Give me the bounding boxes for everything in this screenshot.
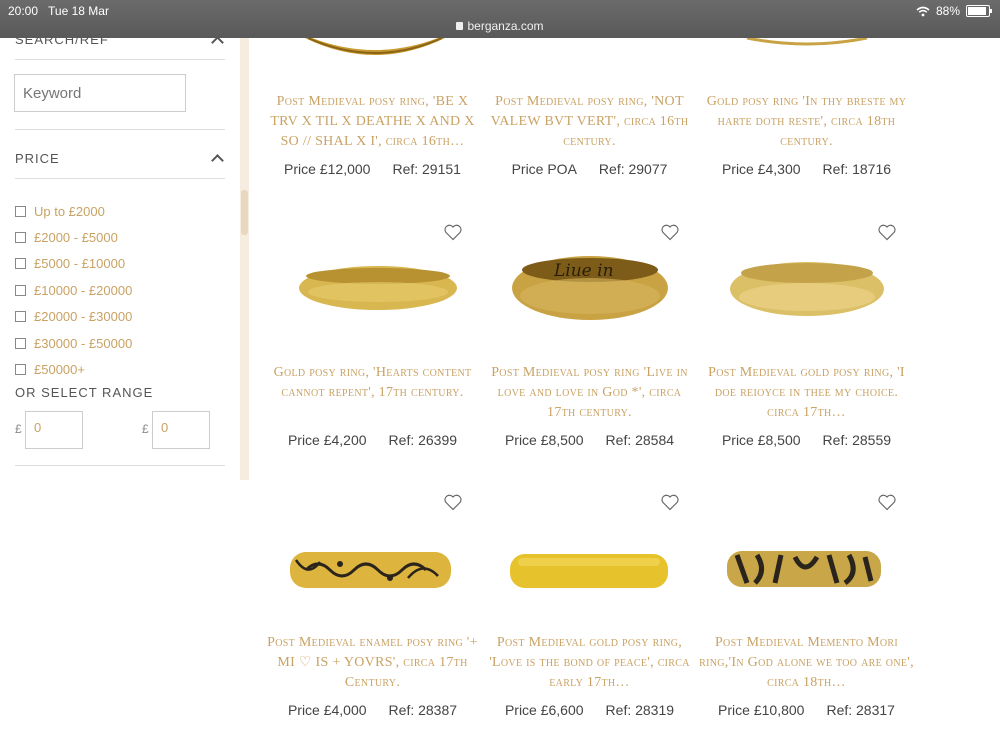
product-ref: Ref: 28317	[826, 702, 895, 718]
sidebar-scroll-thumb[interactable]	[241, 190, 248, 235]
divider	[15, 129, 225, 130]
heart-outline-icon[interactable]	[443, 492, 463, 512]
price-option-label[interactable]: £10000 - £20000	[34, 283, 132, 298]
clock-time: 20:00	[8, 4, 39, 18]
battery-percent: 88%	[935, 4, 960, 18]
product-ref: Ref: 29077	[598, 161, 668, 177]
product-ref: Ref: 18716	[822, 161, 892, 177]
currency-symbol: £	[142, 422, 149, 436]
wifi-icon	[916, 6, 930, 16]
range-max-input[interactable]: 0	[152, 411, 210, 449]
checkbox[interactable]	[15, 338, 26, 349]
product-price-line: Price £12,000 Ref: 29151	[265, 161, 480, 177]
checkbox[interactable]	[15, 364, 26, 375]
price-option-label[interactable]: £5000 - £10000	[34, 256, 125, 271]
product-price-line: Price £6,600 Ref: 28319	[482, 702, 697, 718]
divider	[15, 465, 225, 466]
product-price: Price £4,300	[721, 161, 801, 177]
chevron-up-icon[interactable]	[211, 154, 224, 167]
product-ref: Ref: 29151	[392, 161, 461, 177]
browser-status-bar: 20:00 Tue 18 Mar berganza.com 88%	[0, 0, 1000, 38]
product-price-line: Price £8,500 Ref: 28559	[699, 432, 914, 448]
svg-text:Liue in: Liue in	[553, 261, 614, 281]
product-price: Price £4,200	[287, 432, 367, 448]
product-ref: Ref: 28559	[822, 432, 892, 448]
battery-icon	[966, 5, 992, 17]
product-price: Price £6,600	[504, 702, 584, 718]
product-image[interactable]	[725, 547, 883, 591]
product-price-line: Price £4,200 Ref: 26399	[265, 432, 480, 448]
product-image[interactable]	[297, 262, 459, 312]
price-filter-option[interactable]: Up to £2000	[15, 204, 105, 219]
product-image[interactable]: Liue in	[510, 250, 670, 322]
checkbox[interactable]	[15, 206, 26, 217]
range-label: OR SELECT RANGE	[15, 385, 154, 400]
product-title[interactable]: Gold posy ring, 'Hearts content cannot r…	[265, 363, 480, 403]
divider	[15, 178, 225, 179]
product-price-line: Price £10,800 Ref: 28317	[699, 702, 914, 718]
product-image[interactable]	[728, 255, 886, 319]
product-image[interactable]	[508, 550, 670, 592]
product-price: Price £8,500	[721, 432, 801, 448]
product-image[interactable]	[300, 38, 450, 60]
currency-symbol: £	[15, 422, 22, 436]
checkbox[interactable]	[15, 285, 26, 296]
price-option-label[interactable]: £30000 - £50000	[34, 336, 132, 351]
chevron-up-icon[interactable]	[211, 36, 224, 49]
product-price-line: Price POA Ref: 29077	[482, 161, 697, 177]
product-title[interactable]: Post Medieval posy ring 'Live in love an…	[482, 363, 697, 423]
product-price: Price £12,000	[284, 161, 371, 177]
product-price-line: Price £4,300 Ref: 18716	[699, 161, 914, 177]
product-price-line: Price £4,000 Ref: 28387	[265, 702, 480, 718]
product-title[interactable]: Post Medieval Memento Mori ring,'In God …	[699, 633, 914, 693]
heart-outline-icon[interactable]	[877, 492, 897, 512]
divider	[15, 59, 225, 60]
clock-date: Tue 18 Mar	[48, 4, 109, 18]
lock-icon	[456, 22, 464, 30]
product-title[interactable]: Post Medieval posy ring, 'NOT VALEW BVT …	[482, 92, 697, 152]
heart-outline-icon[interactable]	[660, 222, 680, 242]
product-title[interactable]: Post Medieval enamel posy ring '+ MI ♡ I…	[265, 633, 480, 693]
product-title[interactable]: Post Medieval posy ring, 'BE X TRV X TIL…	[265, 92, 480, 152]
heart-outline-icon[interactable]	[443, 222, 463, 242]
product-price: Price £4,000	[287, 702, 367, 718]
price-filter-option[interactable]: £50000+	[15, 362, 85, 377]
product-price: Price £10,800	[718, 702, 805, 718]
keyword-search-input[interactable]	[14, 74, 186, 112]
price-option-label[interactable]: £2000 - £5000	[34, 230, 118, 245]
product-price-line: Price £8,500 Ref: 28584	[482, 432, 697, 448]
product-image[interactable]	[742, 38, 872, 46]
product-ref: Ref: 26399	[388, 432, 458, 448]
heart-outline-icon[interactable]	[660, 492, 680, 512]
price-filter-option[interactable]: £2000 - £5000	[15, 230, 118, 245]
price-filter-option[interactable]: £10000 - £20000	[15, 283, 132, 298]
sidebar-scrollbar[interactable]	[240, 38, 249, 480]
product-title[interactable]: Gold posy ring 'In thy breste my harte d…	[699, 92, 914, 152]
price-filter-option[interactable]: £30000 - £50000	[15, 336, 132, 351]
range-min-input[interactable]: 0	[25, 411, 83, 449]
url-text: berganza.com	[467, 19, 544, 33]
product-ref: Ref: 28584	[605, 432, 675, 448]
price-option-label[interactable]: £50000+	[34, 362, 85, 377]
product-ref: Ref: 28319	[605, 702, 675, 718]
status-right: 88%	[916, 4, 992, 18]
price-option-label[interactable]: £20000 - £30000	[34, 309, 132, 324]
checkbox[interactable]	[15, 258, 26, 269]
heart-outline-icon[interactable]	[877, 222, 897, 242]
product-image[interactable]	[288, 548, 453, 592]
filter-sidebar: SEARCH/REF PRICE Up to £2000 £2000 - £50…	[0, 32, 240, 480]
product-ref: Ref: 28387	[388, 702, 458, 718]
price-filter-option[interactable]: £5000 - £10000	[15, 256, 125, 271]
status-time: 20:00 Tue 18 Mar	[8, 4, 109, 18]
product-price: Price POA	[511, 161, 577, 177]
product-title[interactable]: Post Medieval gold posy ring, 'I doe rei…	[699, 363, 914, 423]
price-section-heading[interactable]: PRICE	[15, 151, 60, 166]
address-bar[interactable]: berganza.com	[0, 19, 1000, 33]
price-option-label[interactable]: Up to £2000	[34, 204, 105, 219]
product-title[interactable]: Post Medieval gold posy ring, 'Love is t…	[482, 633, 697, 693]
product-price: Price £8,500	[504, 432, 584, 448]
price-filter-option[interactable]: £20000 - £30000	[15, 309, 132, 324]
checkbox[interactable]	[15, 232, 26, 243]
checkbox[interactable]	[15, 311, 26, 322]
